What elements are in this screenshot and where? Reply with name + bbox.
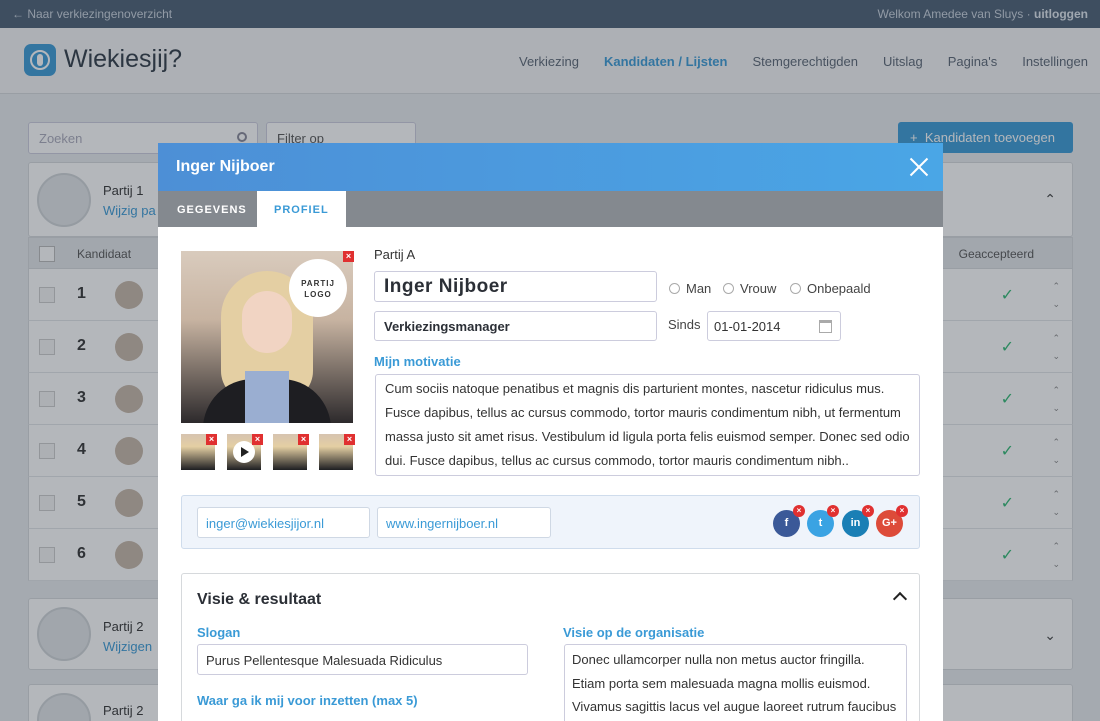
gender-label: Onbepaald (807, 281, 871, 296)
party-label: Partij A (374, 247, 416, 262)
visie-title: Visie & resultaat (197, 591, 322, 608)
commitments-label: Waar ga ik mij voor inzetten (max 5) (197, 693, 418, 708)
gender-radio-vrouw[interactable]: Vrouw (723, 281, 776, 296)
radio-icon (723, 283, 734, 294)
party-logo-text: PARTIJ LOGO (301, 279, 335, 299)
twitter-icon[interactable]: t × (807, 505, 839, 537)
tab-profiel[interactable]: PROFIEL (257, 191, 346, 227)
remove-google-plus-icon[interactable]: × (896, 505, 908, 517)
gender-label: Man (686, 281, 712, 296)
remove-thumbnail-icon[interactable]: × (206, 434, 217, 445)
linkedin-icon[interactable]: in × (842, 505, 874, 537)
gender-radio-onbepaald[interactable]: Onbepaald (790, 281, 871, 296)
tab-gegevens[interactable]: GEGEVENS (160, 191, 264, 227)
gender-label: Vrouw (740, 281, 777, 296)
radio-icon (790, 283, 801, 294)
gender-radio-man[interactable]: Man (669, 281, 711, 296)
vision-line: Etiam porta sem malesuada magna mollis e… (572, 675, 871, 691)
email-field[interactable]: inger@wiekiesjijor.nl (197, 507, 370, 538)
name-field[interactable]: Inger Nijboer (374, 271, 657, 302)
since-date-field[interactable]: 01-01-2014 (707, 311, 841, 341)
close-icon[interactable] (909, 157, 929, 177)
organisation-vision-textarea[interactable]: Donec ullamcorper nulla non metus auctor… (564, 644, 907, 721)
motivation-label: Mijn motivatie (374, 354, 461, 369)
slogan-field[interactable]: Purus Pellentesque Malesuada Ridiculus (197, 644, 528, 675)
google-plus-icon[interactable]: G+ × (876, 505, 908, 537)
remove-thumbnail-icon[interactable]: × (252, 434, 263, 445)
website-field[interactable]: www.ingernijboer.nl (377, 507, 551, 538)
role-field[interactable]: Verkiezingsmanager (374, 311, 657, 341)
facebook-icon[interactable]: f × (773, 505, 805, 537)
since-date-value: 01-01-2014 (714, 319, 781, 334)
remove-facebook-icon[interactable]: × (793, 505, 805, 517)
vision-line: Vivamus sagittis lacus vel augue laoreet… (572, 699, 897, 714)
candidate-modal: Inger Nijboer GEGEVENS PROFIEL PARTIJ LO… (158, 143, 943, 721)
modal-tabs: GEGEVENS PROFIEL (158, 191, 943, 227)
remove-linkedin-icon[interactable]: × (862, 505, 874, 517)
remove-thumbnail-icon[interactable]: × (344, 434, 355, 445)
remove-photo-icon[interactable]: × (343, 251, 354, 262)
vision-line: Donec ullamcorper nulla non metus auctor… (572, 652, 865, 667)
contact-panel: inger@wiekiesjijor.nl www.ingernijboer.n… (181, 495, 920, 549)
motivation-textarea[interactable]: Cum sociis natoque penatibus et magnis d… (375, 374, 920, 476)
radio-icon (669, 283, 680, 294)
visie-section: Visie & resultaat Slogan Purus Pellentes… (181, 573, 920, 721)
modal-header: Inger Nijboer (158, 143, 943, 191)
party-logo: PARTIJ LOGO (289, 259, 347, 317)
collapse-chevron-icon[interactable] (892, 591, 908, 607)
calendar-icon[interactable] (819, 320, 832, 333)
remove-twitter-icon[interactable]: × (827, 505, 839, 517)
modal-title: Inger Nijboer (176, 158, 275, 175)
organisation-vision-label: Visie op de organisatie (563, 625, 705, 640)
slogan-label: Slogan (197, 625, 241, 640)
since-label: Sinds (668, 317, 701, 332)
remove-thumbnail-icon[interactable]: × (298, 434, 309, 445)
